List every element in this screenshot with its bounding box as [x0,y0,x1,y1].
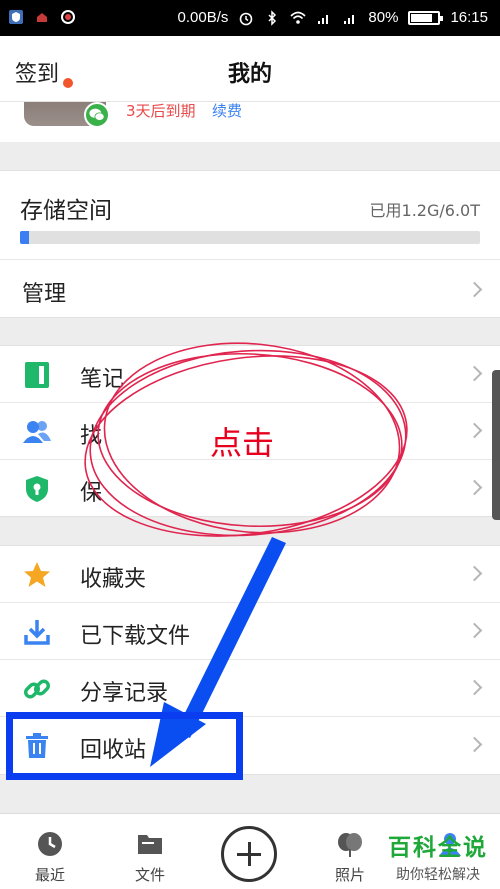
scrollbar-handle[interactable] [492,370,500,520]
shield-icon [26,476,48,502]
folder-icon [138,835,162,854]
list-item-label: 找 [80,424,103,449]
status-right-info: 0.00B/s 80% 16:15 [178,9,488,26]
home-app-icon [37,13,47,22]
tab-label: 照片 [334,866,365,884]
membership-expire-text: 3天后到期 [126,102,196,120]
clock: 16:15 [450,9,488,26]
note-icon [25,362,49,388]
watermark-title: 百科全说 [388,835,488,861]
list-item-label: 分享记录 [80,681,169,706]
record-app-icon [61,10,75,24]
signal-1-icon [318,14,329,24]
clock-icon [38,832,62,856]
list-item-downloads[interactable]: 已下载文件 [0,603,500,660]
list-item-label: 收藏夹 [80,567,147,592]
manage-label: 管理 [22,282,67,307]
chevron-right-icon [466,281,483,298]
renew-link[interactable]: 续费 [212,102,242,121]
photos-icon [338,833,362,857]
battery-icon [408,10,444,25]
storage-progress-fill [20,231,30,244]
list-item-label: 笔记 [80,367,125,392]
chevron-right-icon [466,479,483,496]
alarm-icon [240,12,253,25]
list-item-safe[interactable]: 保 [0,460,500,517]
watermark: 百科全说 助你轻松解决 [388,828,488,884]
highlight-box [6,712,243,780]
watermark-subtitle: 助你轻松解决 [396,867,480,883]
battery-percent: 80% [368,9,399,26]
download-icon [24,620,50,645]
list-item-favorites[interactable]: 收藏夹 [0,546,500,603]
storage-title: 存储空间 [20,198,112,224]
list-item-notes[interactable]: 笔记 [0,346,500,403]
wifi-icon [290,11,306,24]
tab-photos[interactable]: 照片 [300,814,400,889]
link-icon [23,679,51,699]
page-title: 我的 [227,62,272,87]
chevron-right-icon [466,422,483,439]
net-speed: 0.00B/s [177,9,229,26]
list-item-label: 保 [80,481,103,506]
contacts-icon [23,421,51,443]
storage-used-text: 已用1.2G/6.0T [369,201,480,220]
chevron-right-icon [466,565,483,582]
bluetooth-icon [268,9,277,26]
top-nav-bar: 签到 我的 [0,36,500,102]
chevron-right-icon [466,365,483,382]
tab-recent[interactable]: 最近 [0,814,100,889]
chevron-right-icon [466,679,483,696]
signal-2-icon [344,14,355,24]
status-bar: 0.00B/s 80% 16:15 [0,0,500,36]
chevron-right-icon [466,736,483,753]
storage-progress-bar [20,231,480,244]
profile-section[interactable]: 3天后到期 续费 [0,102,500,142]
list-item-label: 已下载文件 [80,624,191,649]
wechat-icon [84,102,110,128]
tab-label: 最近 [34,866,65,884]
storage-card: 存储空间 已用1.2G/6.0T 管理 [0,170,500,318]
add-button[interactable] [221,826,277,882]
list-item-share-history[interactable]: 分享记录 [0,660,500,717]
chevron-right-icon [466,622,483,639]
tab-label: 文件 [134,866,165,884]
star-icon [24,562,50,587]
tab-files[interactable]: 文件 [100,814,200,889]
shield-app-icon [9,10,23,24]
annotation-text: 点击 [210,424,275,462]
manage-row[interactable]: 管理 [0,259,500,319]
status-left-icons [8,9,76,25]
